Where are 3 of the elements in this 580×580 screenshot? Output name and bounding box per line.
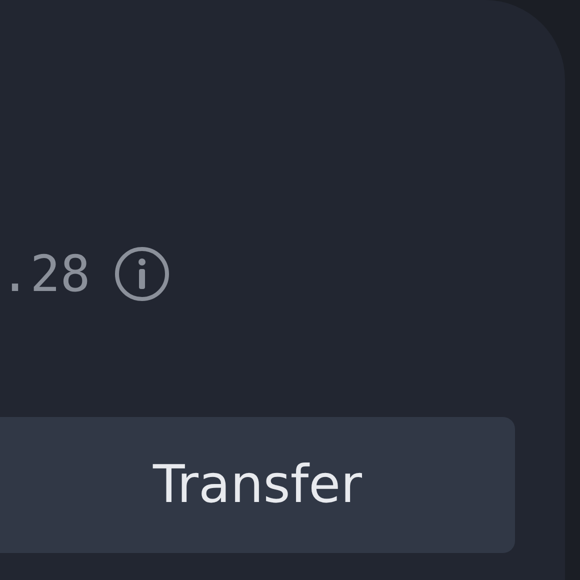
balance-value: .28 xyxy=(0,244,90,304)
transfer-button[interactable]: Transfer xyxy=(0,417,515,553)
info-icon[interactable] xyxy=(114,246,170,302)
